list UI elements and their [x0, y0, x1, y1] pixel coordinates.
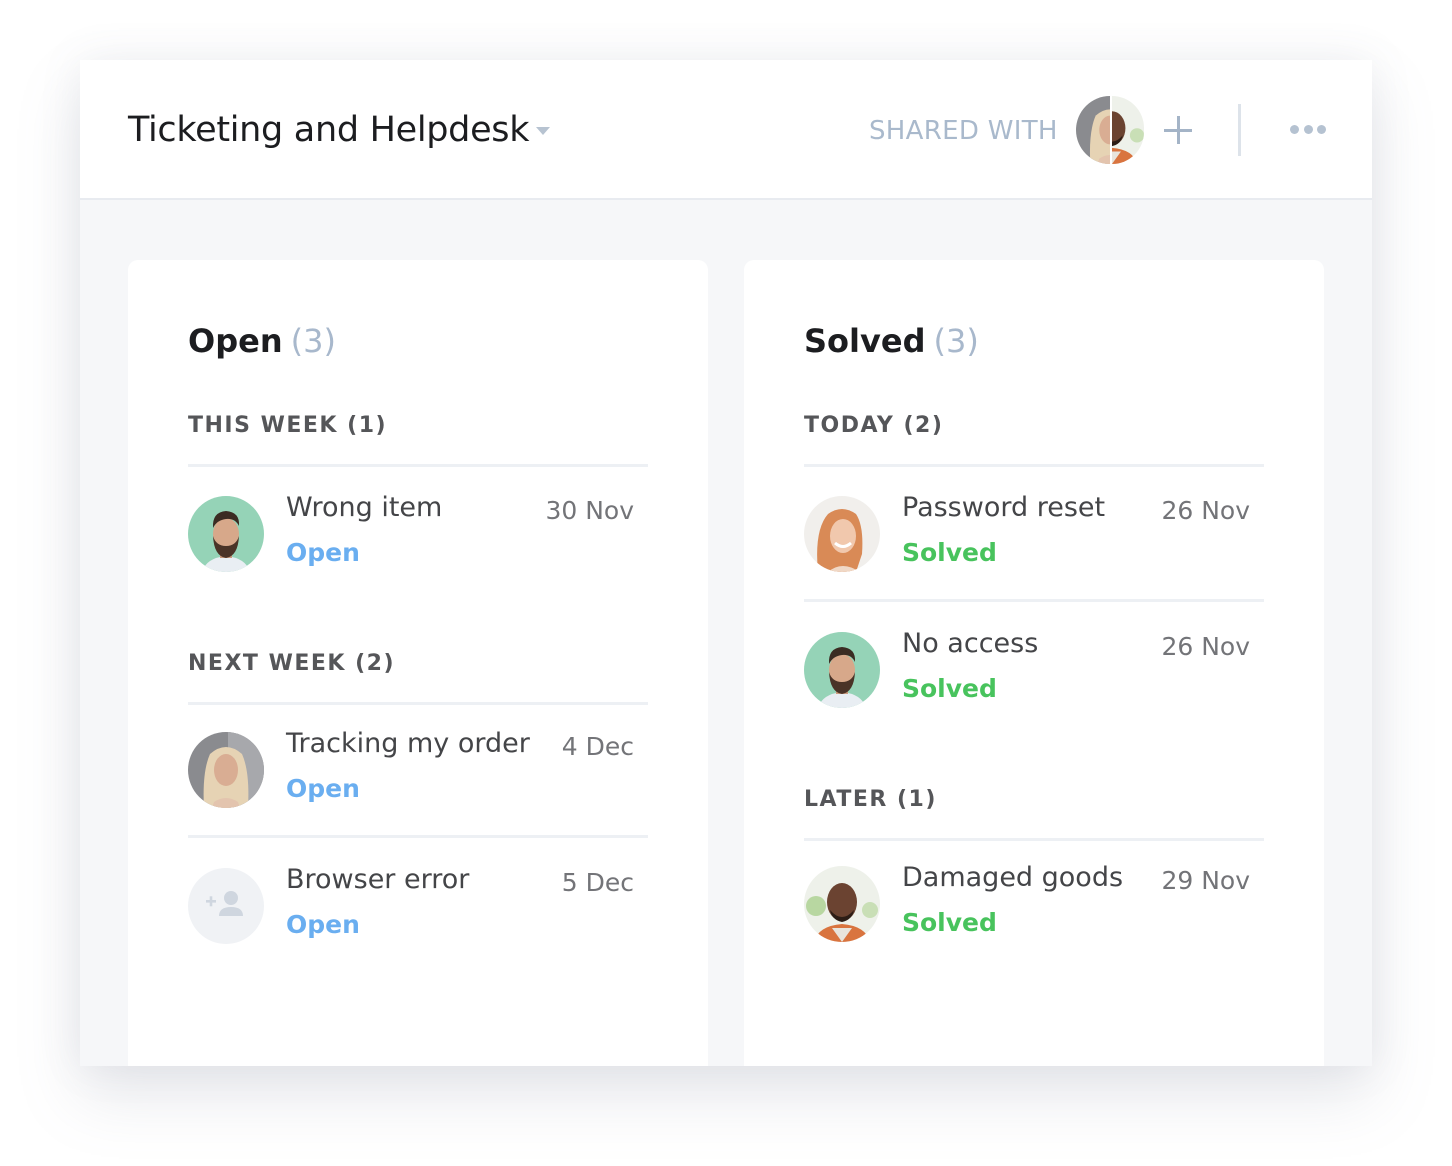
avatar — [804, 632, 880, 708]
smiling-man-avatar-icon — [804, 866, 880, 942]
group-divider — [188, 702, 648, 705]
status-badge: Solved — [902, 538, 997, 567]
status-badge: Open — [286, 774, 360, 803]
ticket-row[interactable]: Damaged goods Solved 29 Nov — [804, 862, 1264, 966]
status-badge: Solved — [902, 908, 997, 937]
dot — [1303, 124, 1313, 134]
bearded-man-avatar-icon — [804, 632, 880, 708]
status-badge: Open — [286, 538, 360, 567]
bearded-man-avatar-icon — [188, 496, 264, 572]
ticket-date: 5 Dec — [561, 868, 634, 897]
column-open: Open (3) THIS WEEK (1) Wrong item Open 30… — [128, 260, 708, 1066]
ticket-date: 26 Nov — [1161, 632, 1250, 661]
group-divider — [804, 464, 1264, 467]
assign-person-placeholder[interactable] — [188, 868, 264, 944]
redhead-woman-avatar-icon — [804, 496, 880, 572]
shared-avatars-group[interactable] — [1076, 96, 1144, 164]
group-label: TODAY (2) — [804, 413, 944, 438]
column-count: (3) — [933, 322, 979, 360]
board-header: Ticketing and Helpdesk SHARED WITH — [80, 60, 1372, 200]
smiling-man-avatar-icon — [1112, 96, 1144, 164]
header-divider — [1238, 104, 1241, 156]
dot — [1317, 124, 1326, 134]
status-badge: Solved — [902, 674, 997, 703]
ticket-title: Tracking my order — [286, 728, 530, 759]
avatar — [804, 496, 880, 572]
ticket-row[interactable]: Wrong item Open 30 Nov — [188, 492, 648, 596]
column-count: (3) — [290, 322, 336, 360]
ticket-row[interactable]: Tracking my order Open 4 Dec — [188, 728, 648, 832]
ticket-title: Password reset — [902, 492, 1106, 523]
column-solved: Solved (3) TODAY (2) Password reset Solve… — [744, 260, 1324, 1066]
blonde-woman-avatar-icon — [188, 732, 264, 808]
ticket-title: Wrong item — [286, 492, 443, 523]
ticket-title: No access — [902, 628, 1039, 659]
ticket-row[interactable]: Browser error Open 5 Dec — [188, 864, 648, 968]
avatar — [188, 496, 264, 572]
ticket-divider — [804, 599, 1264, 602]
board-title[interactable]: Ticketing and Helpdesk — [128, 108, 530, 152]
group-label: NEXT WEEK (2) — [188, 651, 396, 676]
ticket-date: 29 Nov — [1161, 866, 1250, 895]
ticket-title: Damaged goods — [902, 862, 1124, 893]
column-title-label: Open — [188, 322, 283, 360]
more-horizontal-icon[interactable] — [1290, 122, 1326, 136]
ticket-date: 30 Nov — [545, 496, 634, 525]
plus-icon[interactable] — [1164, 116, 1192, 144]
ticket-row[interactable]: No access Solved 26 Nov — [804, 628, 1264, 732]
ticket-date: 26 Nov — [1161, 496, 1250, 525]
column-title-label: Solved — [804, 322, 926, 360]
group-label: LATER (1) — [804, 787, 937, 812]
ticket-divider — [188, 835, 648, 838]
helpdesk-board-window: Ticketing and Helpdesk SHARED WITH Open(… — [80, 60, 1372, 1066]
blonde-woman-avatar-icon — [1076, 96, 1110, 164]
group-divider — [804, 838, 1264, 841]
group-label: THIS WEEK (1) — [188, 413, 388, 438]
shared-avatar-man[interactable] — [1112, 96, 1144, 164]
column-title: Open (3) — [188, 320, 336, 362]
group-divider — [188, 464, 648, 467]
shared-with-label: SHARED WITH — [869, 116, 1058, 146]
dot — [1290, 124, 1299, 134]
shared-avatar-woman[interactable] — [1076, 96, 1110, 164]
ticket-date: 4 Dec — [561, 732, 634, 761]
avatar — [188, 732, 264, 808]
chevron-down-icon[interactable] — [536, 127, 550, 135]
avatar — [804, 866, 880, 942]
column-title: Solved (3) — [804, 320, 979, 362]
ticket-title: Browser error — [286, 864, 470, 895]
status-badge: Open — [286, 910, 360, 939]
ticket-row[interactable]: Password reset Solved 26 Nov — [804, 492, 1264, 596]
add-person-icon — [206, 891, 243, 916]
